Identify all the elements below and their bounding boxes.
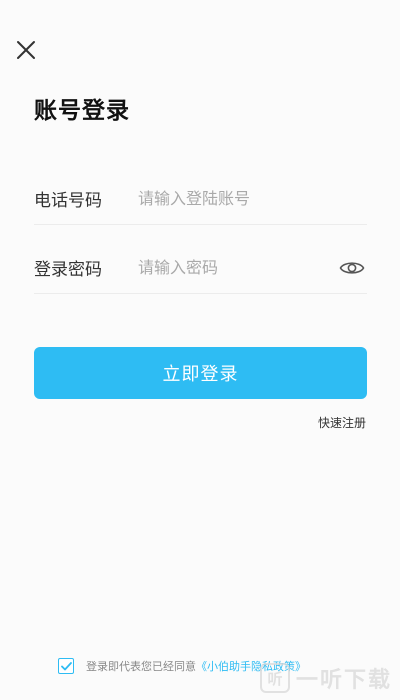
close-icon bbox=[17, 41, 35, 59]
check-icon bbox=[60, 661, 72, 670]
agreement-text: 登录即代表您已经同意 bbox=[86, 660, 196, 673]
phone-field-row: 电话号码 bbox=[34, 173, 367, 225]
phone-label: 电话号码 bbox=[34, 191, 102, 211]
password-input[interactable] bbox=[138, 252, 331, 283]
page-title: 账号登录 bbox=[34, 98, 130, 124]
agreement-checkbox[interactable] bbox=[58, 658, 74, 674]
watermark: 听 一听下载 bbox=[259, 662, 392, 694]
register-link[interactable]: 快速注册 bbox=[318, 414, 366, 431]
login-button[interactable]: 立即登录 bbox=[34, 347, 367, 399]
eye-icon bbox=[339, 261, 365, 274]
phone-input[interactable] bbox=[138, 183, 367, 214]
watermark-text: 一听下载 bbox=[295, 668, 392, 693]
password-visibility-toggle[interactable] bbox=[337, 256, 367, 280]
close-button[interactable] bbox=[12, 36, 40, 64]
watermark-logo: 听 bbox=[259, 663, 290, 693]
password-field-row: 登录密码 bbox=[34, 242, 367, 294]
password-label: 登录密码 bbox=[34, 260, 102, 280]
